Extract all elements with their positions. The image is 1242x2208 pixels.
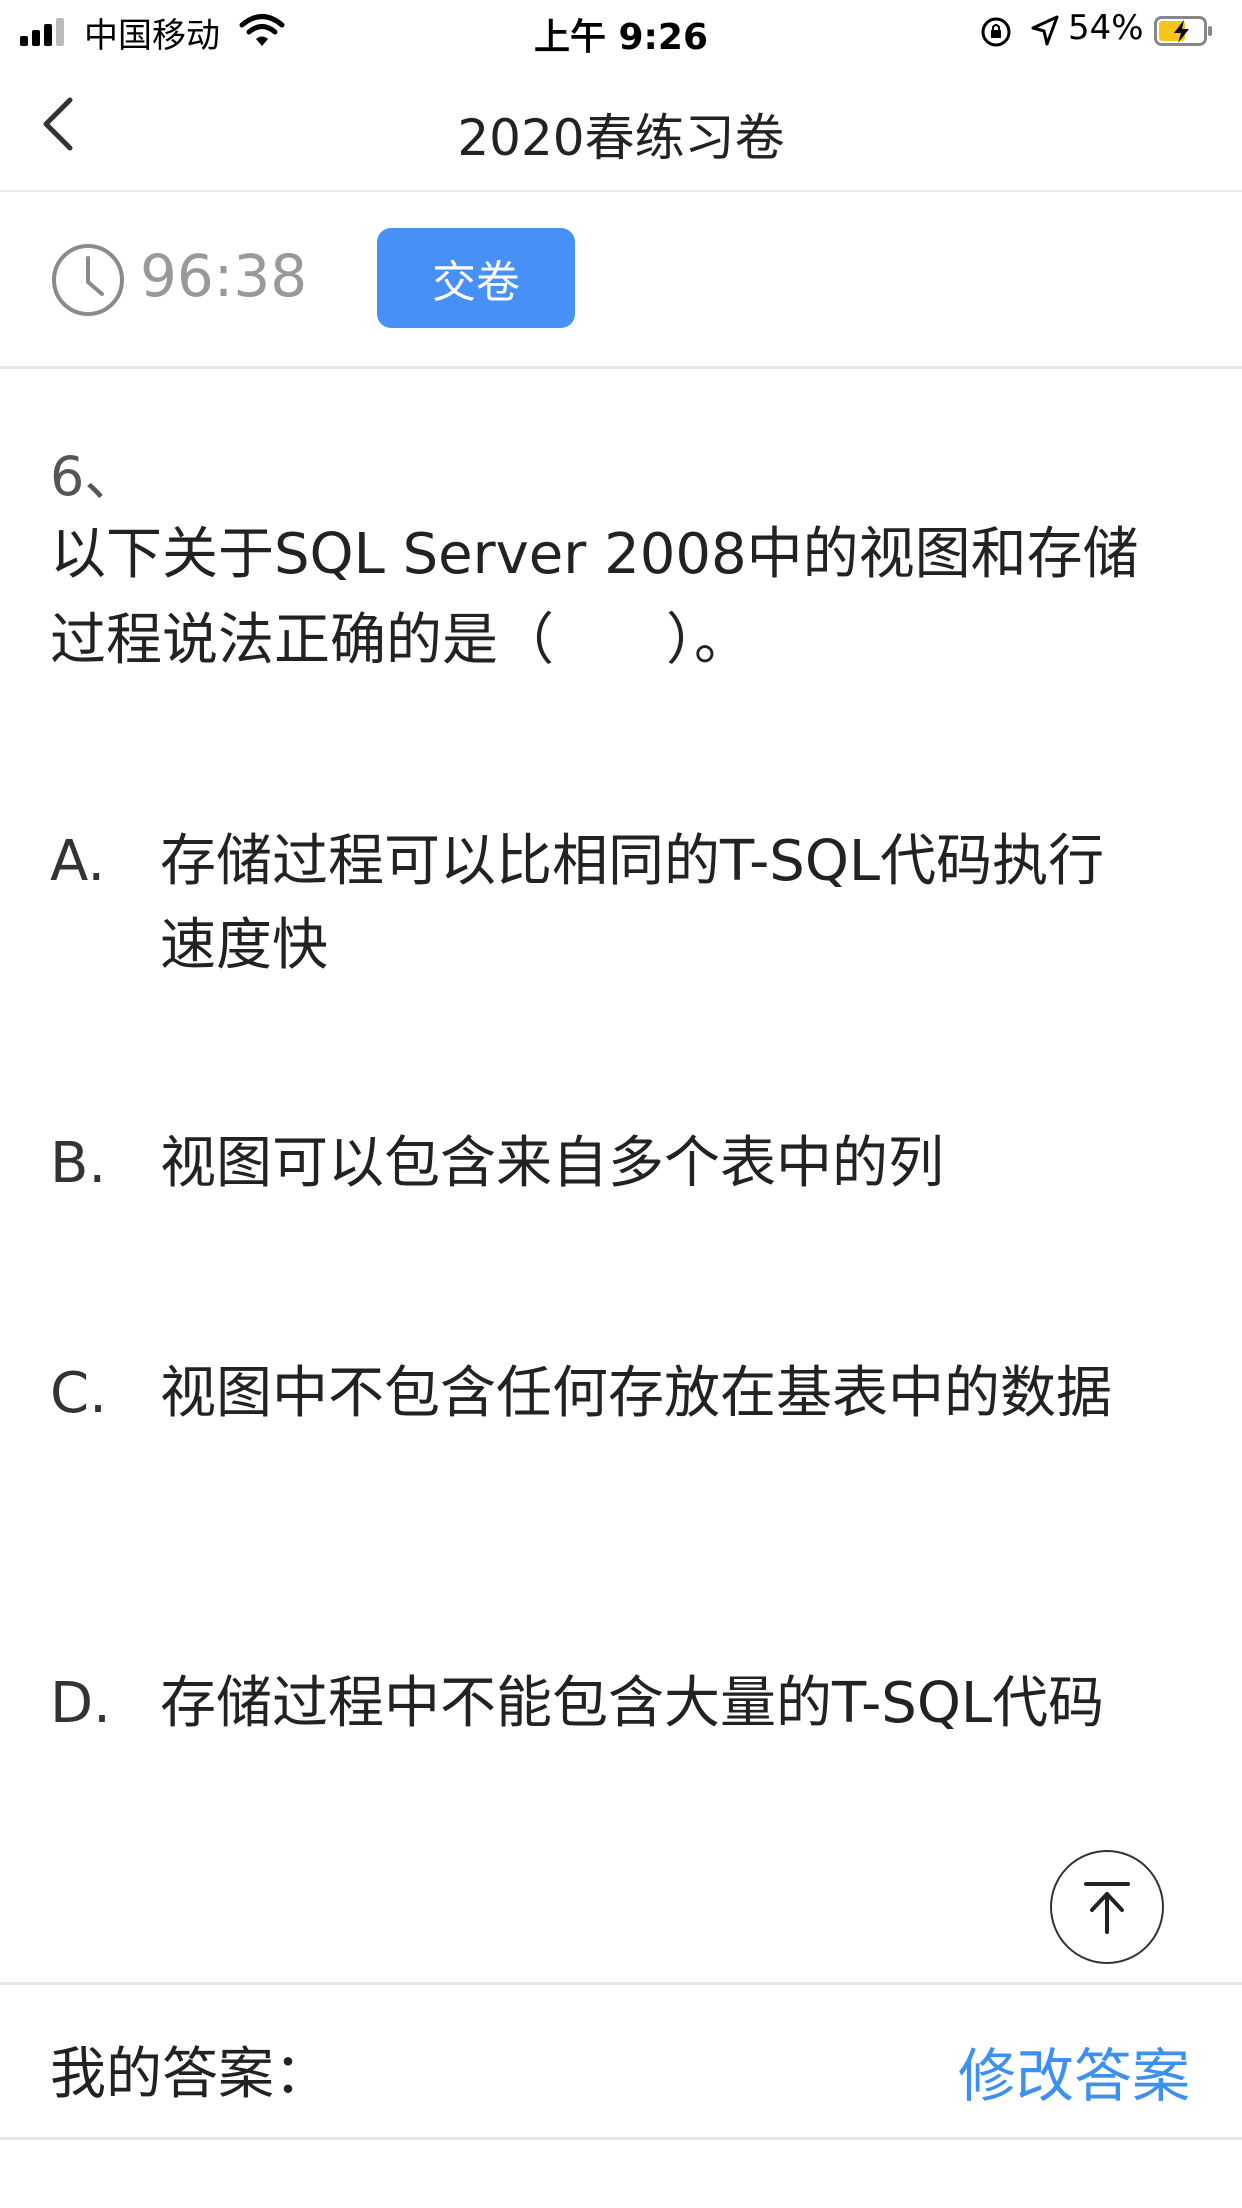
countdown-timer: 96:38 [140,242,308,310]
option-letter: A. [50,829,106,894]
option-letter: B. [50,1131,107,1196]
page-title: 2020春练习卷 [457,109,785,167]
answer-footer: 我的答案： 修改答案 [0,1982,1242,2140]
arrow-up-to-top-icon [1084,1882,1130,1934]
my-answer-label: 我的答案： [50,2042,330,2107]
question-number: 6、 [50,445,139,508]
orientation-lock-icon [981,17,1011,47]
clock-icon [52,244,124,316]
option-letter: C. [50,1361,107,1426]
submit-exam-button[interactable]: 交卷 [377,228,575,328]
battery-percentage: 54% [1068,8,1144,48]
navigation-bar: 2020春练习卷 [0,62,1242,192]
question-text: 以下关于SQL Server 2008中的视图和存储过程说法正确的是（ ）。 [50,522,1139,673]
option-text: 存储过程中不能包含大量的T-SQL代码 [160,1671,1105,1736]
option-text: 视图中不包含任何存放在基表中的数据 [160,1361,1112,1426]
status-bar: 中国移动 上午 9:26 54% [0,0,1242,62]
location-arrow-icon [1031,15,1059,46]
back-to-top-button[interactable] [1050,1850,1164,1964]
option-letter: D. [50,1671,111,1736]
battery-charging-icon [1154,16,1212,46]
option-text: 视图可以包含来自多个表中的列 [160,1131,944,1196]
modify-answer-link[interactable]: 修改答案 [958,2029,1190,2113]
option-text: 存储过程可以比相同的T-SQL代码执行速度快 [160,829,1105,978]
timer-bar: 96:38 交卷 [0,190,1242,369]
